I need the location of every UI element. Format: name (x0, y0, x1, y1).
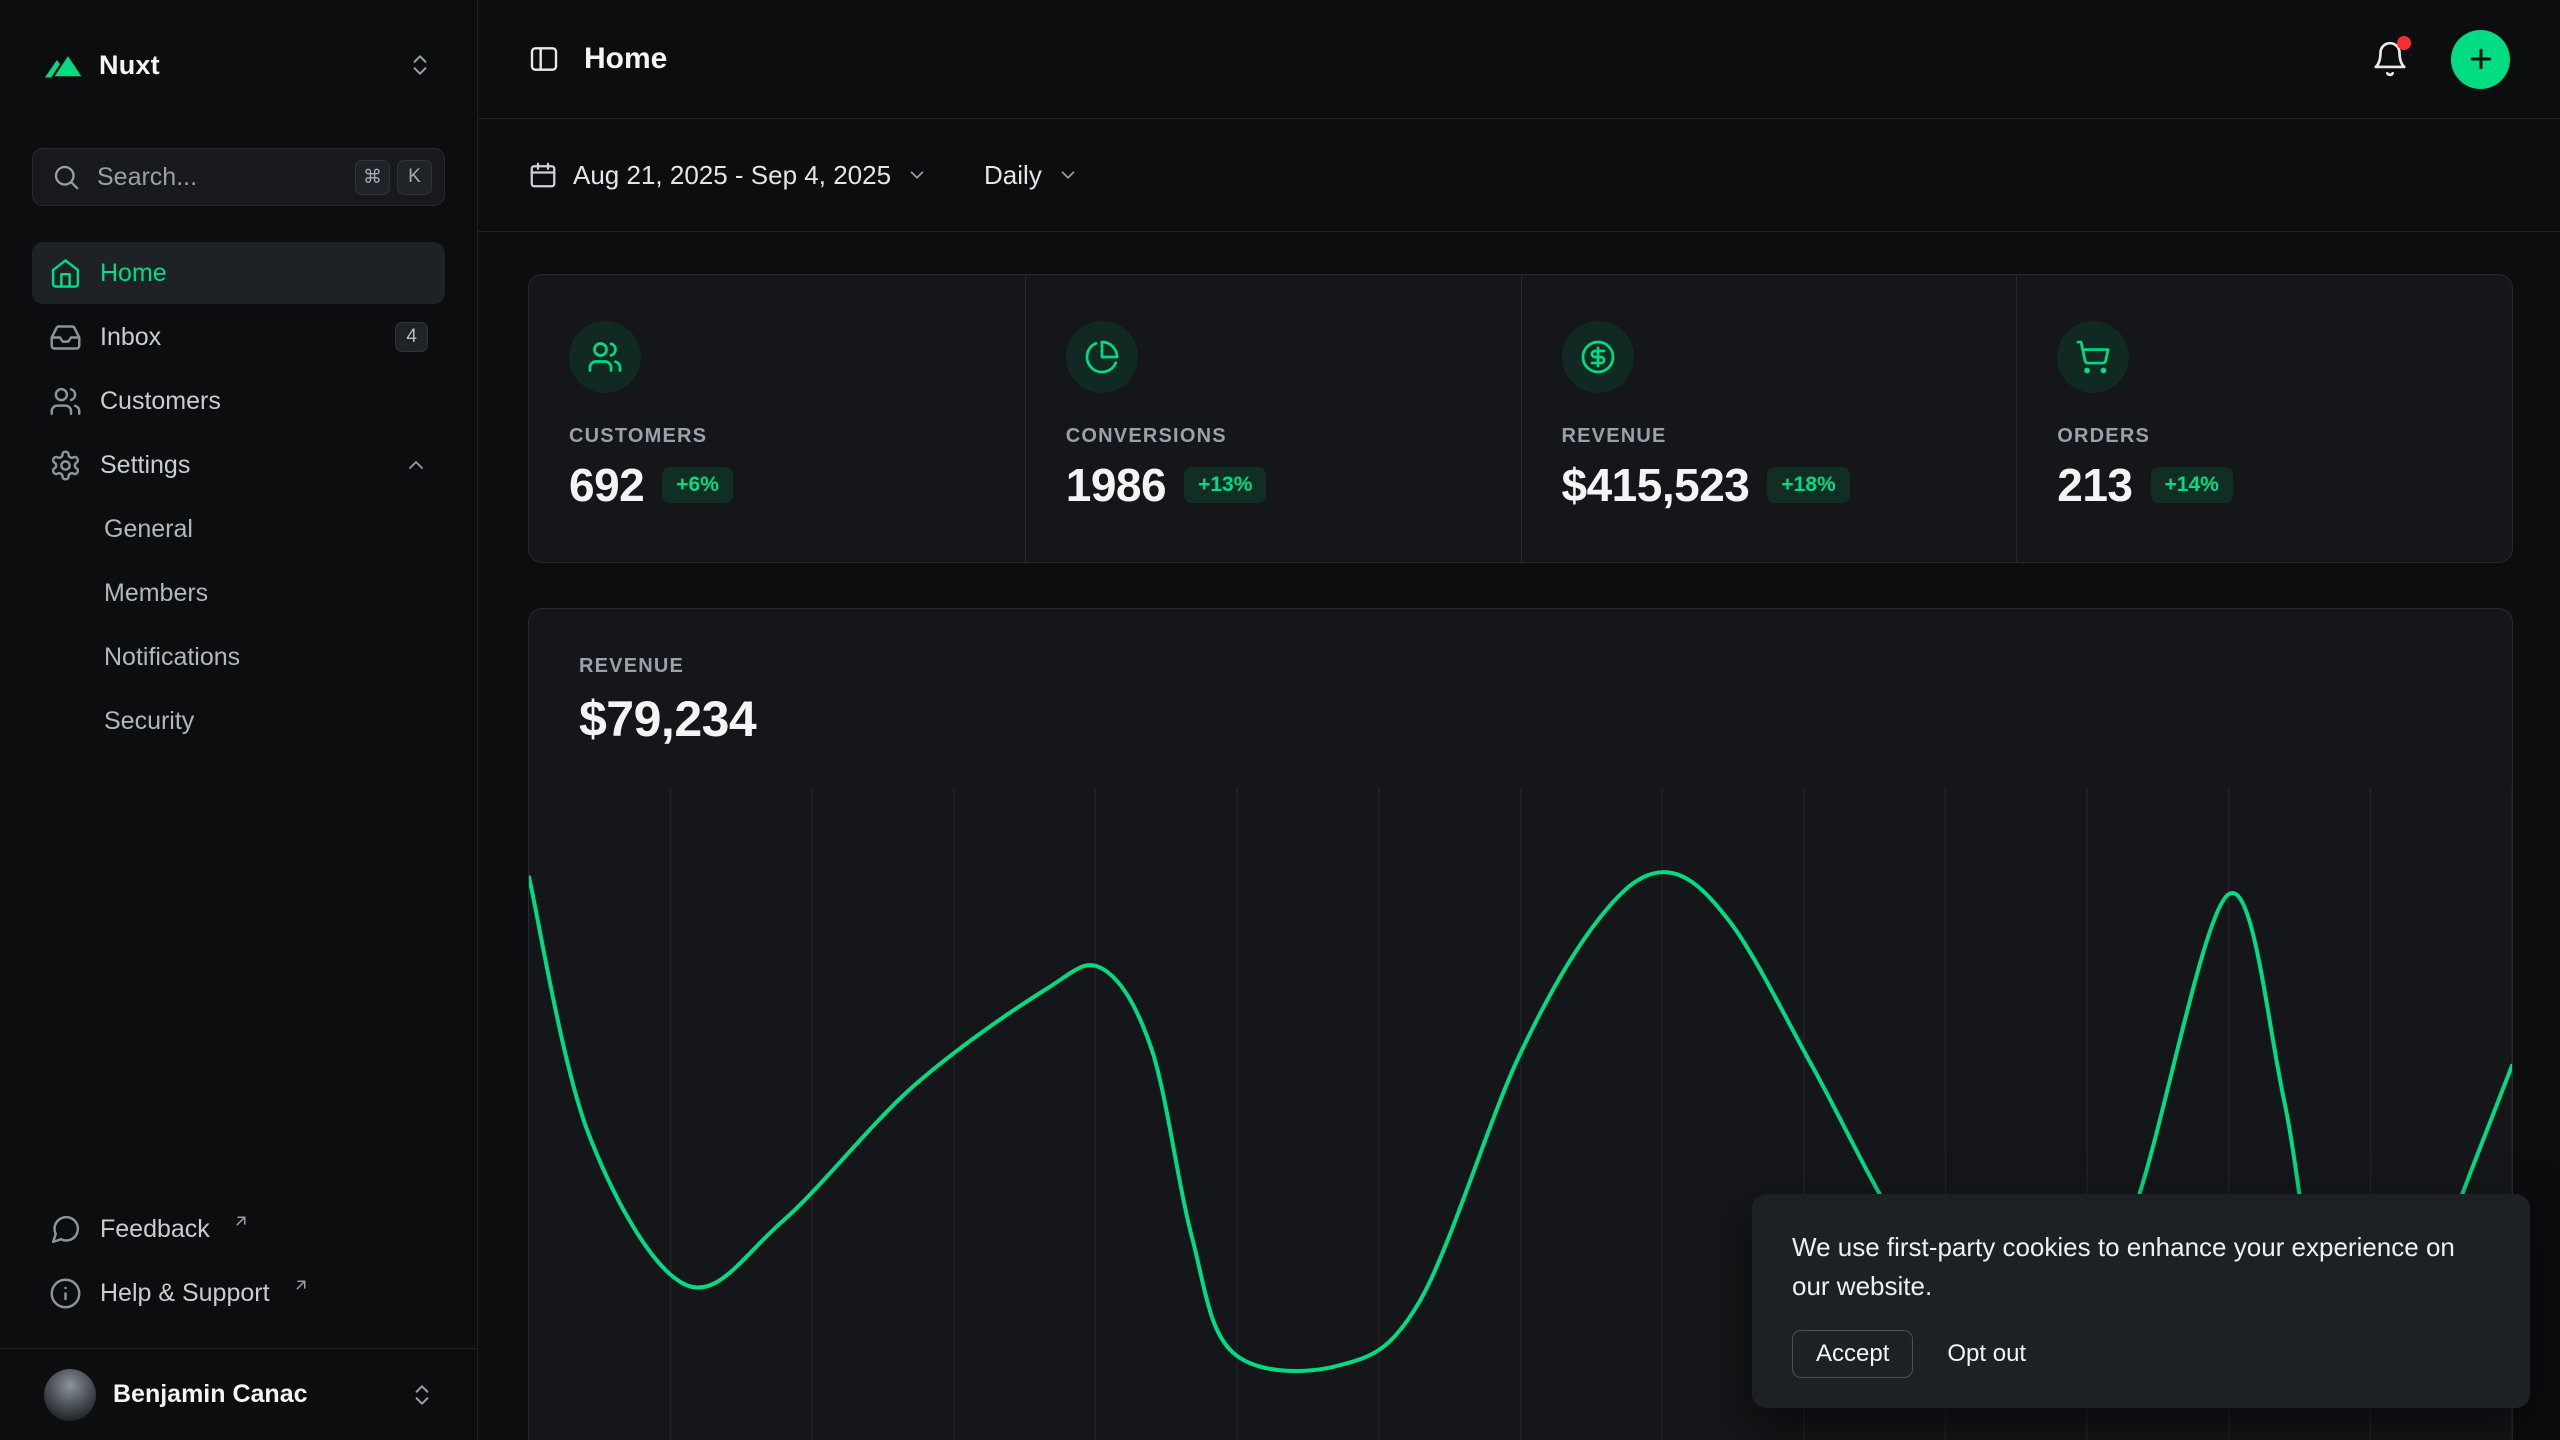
sidebar-item-general[interactable]: General (32, 498, 445, 560)
home-icon (49, 257, 82, 290)
cart-icon (2057, 321, 2129, 393)
stat-card-customers[interactable]: CUSTOMERS 692 +6% (529, 275, 1025, 562)
date-range-picker[interactable]: Aug 21, 2025 - Sep 4, 2025 (528, 160, 928, 191)
nuxt-logo-icon (44, 52, 84, 79)
external-link-icon (292, 1276, 310, 1294)
app-name: Nuxt (99, 50, 160, 81)
kbd-k: K (397, 160, 432, 195)
revenue-chart-value: $79,234 (579, 690, 2462, 748)
users-icon (49, 385, 82, 418)
calendar-icon (528, 160, 558, 190)
gear-icon (49, 449, 82, 482)
stat-value: 1986 (1066, 458, 1166, 512)
stat-delta-badge: +18% (1767, 467, 1849, 503)
header-actions (2365, 30, 2510, 89)
page-header: Home (478, 0, 2560, 119)
sidebar-item-label: Settings (100, 451, 190, 480)
sidebar-nav: Home Inbox 4 Customers (0, 206, 477, 752)
dollar-circle-icon (1562, 321, 1634, 393)
revenue-chart-header: REVENUE $79,234 (529, 609, 2512, 748)
chevron-down-icon (1057, 164, 1079, 186)
kbd-cmd: ⌘ (355, 160, 390, 195)
revenue-chart-label: REVENUE (579, 655, 2462, 678)
panel-left-icon (528, 43, 560, 75)
subitem-label: Security (104, 707, 194, 736)
stat-card-conversions[interactable]: CONVERSIONS 1986 +13% (1025, 275, 1521, 562)
date-range-label: Aug 21, 2025 - Sep 4, 2025 (573, 160, 891, 191)
chevron-down-icon (906, 164, 928, 186)
period-select[interactable]: Daily (984, 160, 1079, 191)
plus-icon (2466, 44, 2496, 74)
sidebar-item-security[interactable]: Security (32, 690, 445, 752)
accept-button[interactable]: Accept (1792, 1330, 1913, 1378)
subitem-label: General (104, 515, 193, 544)
chevrons-up-down-icon[interactable] (407, 52, 433, 78)
sidebar-item-customers[interactable]: Customers (32, 370, 445, 432)
team-switcher[interactable]: Nuxt (32, 30, 445, 100)
feedback-link[interactable]: Feedback (32, 1198, 445, 1260)
pie-chart-icon (1066, 321, 1138, 393)
help-support-link[interactable]: Help & Support (32, 1262, 445, 1324)
stat-delta-badge: +13% (1184, 467, 1266, 503)
stat-label: CUSTOMERS (569, 425, 985, 448)
chevron-up-icon (404, 453, 428, 477)
cookie-actions: Accept Opt out (1792, 1330, 2490, 1378)
cookie-banner: We use first-party cookies to enhance yo… (1752, 1194, 2530, 1408)
footer-link-label: Feedback (100, 1215, 210, 1244)
stat-value: $415,523 (1562, 458, 1750, 512)
cookie-message: We use first-party cookies to enhance yo… (1792, 1228, 2490, 1306)
stat-card-orders[interactable]: ORDERS 213 +14% (2016, 275, 2512, 562)
speech-bubble-icon (49, 1213, 82, 1246)
stat-value: 692 (569, 458, 644, 512)
sidebar-item-settings[interactable]: Settings (32, 434, 445, 496)
stat-card-revenue[interactable]: REVENUE $415,523 +18% (1521, 275, 2017, 562)
sidebar-item-label: Inbox (100, 323, 161, 352)
search-icon (51, 162, 81, 192)
sidebar-item-label: Home (100, 259, 167, 288)
sidebar: Nuxt Search... ⌘ K Home (0, 0, 478, 1440)
subitem-label: Members (104, 579, 208, 608)
notifications-button[interactable] (2365, 34, 2415, 84)
user-name: Benjamin Canac (113, 1380, 308, 1409)
sidebar-header: Nuxt (0, 0, 477, 100)
filters-toolbar: Aug 21, 2025 - Sep 4, 2025 Daily (478, 119, 2560, 232)
stat-label: CONVERSIONS (1066, 425, 1481, 448)
sidebar-footer: Feedback Help & Support (0, 1198, 477, 1348)
stat-delta-badge: +14% (2151, 467, 2233, 503)
stat-value: 213 (2057, 458, 2132, 512)
chevrons-up-down-icon (409, 1382, 435, 1408)
opt-out-button[interactable]: Opt out (1927, 1330, 2046, 1378)
info-circle-icon (49, 1277, 82, 1310)
inbox-icon (49, 321, 82, 354)
page-title: Home (584, 42, 667, 76)
stat-label: REVENUE (1562, 425, 1977, 448)
sidebar-item-home[interactable]: Home (32, 242, 445, 304)
avatar (44, 1369, 96, 1421)
search-placeholder: Search... (97, 163, 339, 192)
add-button[interactable] (2451, 30, 2510, 89)
stat-label: ORDERS (2057, 425, 2472, 448)
users-icon (569, 321, 641, 393)
external-link-icon (232, 1212, 250, 1230)
sidebar-item-inbox[interactable]: Inbox 4 (32, 306, 445, 368)
search-kbd-hints: ⌘ K (355, 160, 432, 195)
footer-link-label: Help & Support (100, 1279, 270, 1308)
inbox-count-badge: 4 (395, 322, 428, 352)
sidebar-item-notifications[interactable]: Notifications (32, 626, 445, 688)
stats-cards: CUSTOMERS 692 +6% CONVERSIONS 1986 +13% (528, 274, 2513, 563)
search-input[interactable]: Search... ⌘ K (32, 148, 445, 206)
notification-dot (2397, 36, 2411, 50)
sidebar-toggle-button[interactable] (528, 43, 560, 75)
period-label: Daily (984, 160, 1042, 191)
subitem-label: Notifications (104, 643, 240, 672)
sidebar-item-members[interactable]: Members (32, 562, 445, 624)
stat-delta-badge: +6% (662, 467, 733, 503)
user-menu[interactable]: Benjamin Canac (0, 1348, 477, 1440)
sidebar-item-label: Customers (100, 387, 221, 416)
